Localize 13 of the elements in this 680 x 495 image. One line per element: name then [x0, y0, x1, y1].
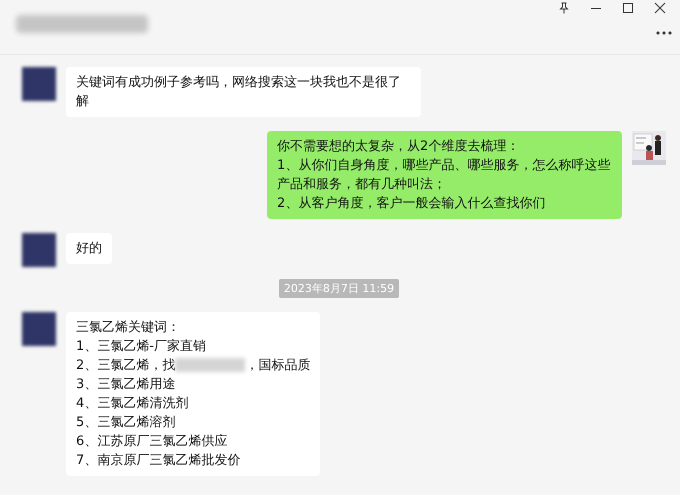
message-bubble: 关键词有成功例子参考吗，网络搜索这一块我也不是很了解: [66, 67, 421, 117]
message-bubble: 你不需要想的太复杂，从2个维度去梳理： 1、从你们自身角度，哪些产品、哪些服务，怎么称呼这些产品和服务，都有几种叫法； 2、从客户角度，客户一般会输入什么查找你们: [267, 131, 622, 219]
message-bubble: 好的: [66, 233, 112, 264]
maximize-icon[interactable]: [622, 2, 634, 14]
message-bubble: 三氯乙烯关键词： 1、三氯乙烯-厂家直销 2、三氯乙烯，找 ，国标品质 3、三氯乙烯用途 4、三氯乙烯清洗剂 5、三氯乙烯溶剂 6、江苏原厂三氯乙烯供应 7、南京原厂三氯乙烯批发价: [66, 312, 320, 476]
timestamp: 2023年8月7日 11:59: [278, 279, 400, 298]
close-icon[interactable]: [654, 2, 666, 14]
redacted-text: [175, 358, 246, 372]
avatar[interactable]: [22, 312, 56, 346]
avatar[interactable]: [22, 233, 56, 267]
more-icon[interactable]: [656, 31, 672, 35]
pin-icon[interactable]: [558, 2, 570, 14]
avatar[interactable]: [22, 67, 56, 101]
